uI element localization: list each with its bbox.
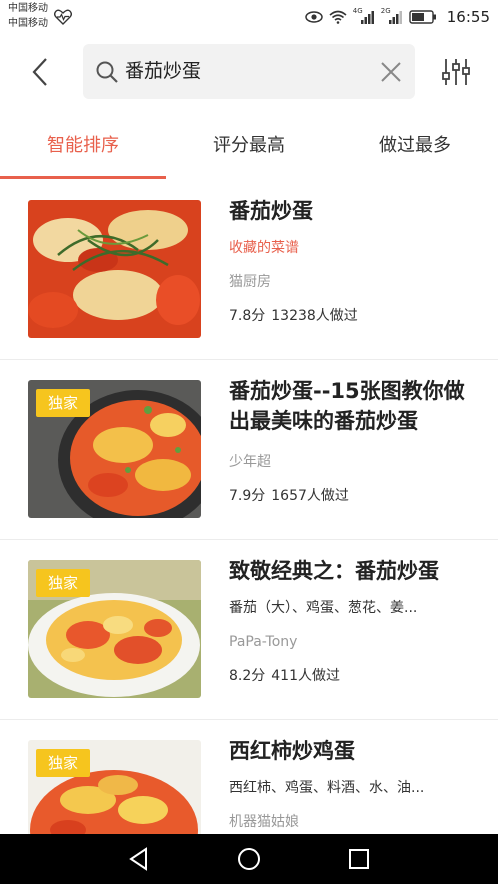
recipe-rating: 7.8分 [229, 308, 266, 324]
eye-comfort-icon [305, 11, 323, 23]
search-input[interactable]: 番茄炒蛋 [125, 59, 201, 83]
recipe-item[interactable]: 独家 番茄炒蛋--15张图教你做出最美味的番茄炒蛋 少年超 7.9分 1657人做… [0, 360, 498, 540]
recipe-item[interactable]: 独家 致敬经典之：番茄炒蛋 番茄（大）、鸡蛋、葱花、姜... PaPa-Tony… [0, 540, 498, 720]
signal-2g-icon: 2G [381, 7, 403, 25]
recipe-author: 机器猫姑娘 [229, 814, 299, 830]
recipe-thumbnail: 独家 [28, 740, 201, 834]
search-icon [96, 61, 118, 83]
exclusive-badge: 独家 [36, 389, 91, 417]
recipe-author: 少年超 [229, 454, 271, 470]
back-button[interactable] [22, 54, 58, 90]
battery-icon [409, 10, 436, 24]
active-tab-indicator [0, 176, 166, 179]
recipe-stats: 7.8分 13238人做过 [229, 306, 358, 326]
tab-most-made[interactable]: 做过最多 [332, 118, 498, 180]
recipe-made-count: 1657人做过 [271, 488, 349, 504]
carrier-label-1: 中国移动 [8, 3, 48, 14]
wifi-icon [329, 10, 347, 24]
recipe-thumbnail [28, 200, 201, 338]
recipe-thumbnail: 独家 [28, 560, 201, 698]
exclusive-badge: 独家 [36, 749, 91, 777]
recipe-item[interactable]: 番茄炒蛋 收藏的菜谱 猫厨房 7.8分 13238人做过 [0, 180, 498, 360]
collected-label: 收藏的菜谱 [229, 240, 299, 256]
health-heart-icon [54, 9, 72, 25]
tab-smart-sort[interactable]: 智能排序 [0, 118, 166, 180]
carrier-label-2: 中国移动 [8, 18, 48, 29]
recipe-ingredients: 西红柿、鸡蛋、料酒、水、油... [229, 780, 425, 796]
recipe-title: 番茄炒蛋--15张图教你做出最美味的番茄炒蛋 [229, 379, 465, 433]
recipe-author: PaPa-Tony [229, 634, 298, 650]
recipe-made-count: 13238人做过 [271, 308, 358, 324]
search-box[interactable]: 番茄炒蛋 [83, 44, 415, 99]
tab-top-rated[interactable]: 评分最高 [166, 118, 332, 180]
search-header: 番茄炒蛋 [0, 36, 498, 110]
recipe-item[interactable]: 独家 西红柿炒鸡蛋 西红柿、鸡蛋、料酒、水、油... 机器猫姑娘 [0, 720, 498, 834]
nav-recents-icon[interactable] [346, 846, 372, 872]
nav-home-icon[interactable] [236, 846, 262, 872]
chevron-left-icon [32, 58, 47, 86]
nav-back-icon[interactable] [126, 846, 152, 872]
recipe-stats: 8.2分 411人做过 [229, 666, 340, 686]
recipe-list: 番茄炒蛋 收藏的菜谱 猫厨房 7.8分 13238人做过 独家 番茄炒蛋--15张… [0, 180, 498, 834]
recipe-title: 番茄炒蛋 [229, 199, 313, 223]
recipe-title: 西红柿炒鸡蛋 [229, 739, 355, 763]
recipe-ingredients: 番茄（大）、鸡蛋、葱花、姜... [229, 600, 418, 616]
system-navigation-bar [0, 834, 498, 884]
recipe-rating: 7.9分 [229, 488, 266, 504]
recipe-author: 猫厨房 [229, 274, 271, 290]
sort-tabs: 智能排序 评分最高 做过最多 [0, 118, 498, 180]
filter-settings-icon[interactable] [440, 56, 472, 88]
recipe-title: 致敬经典之：番茄炒蛋 [229, 559, 439, 583]
recipe-thumbnail: 独家 [28, 380, 201, 518]
signal-4g-icon: 4G [353, 7, 375, 25]
status-icons: 4G 2G 16:55 [305, 6, 490, 28]
exclusive-badge: 独家 [36, 569, 91, 597]
recipe-stats: 7.9分 1657人做过 [229, 486, 349, 506]
clear-icon[interactable] [379, 60, 403, 84]
recipe-made-count: 411人做过 [271, 668, 340, 684]
recipe-rating: 8.2分 [229, 668, 266, 684]
clock: 16:55 [446, 8, 490, 26]
status-bar: 中国移动 中国移动 4G 2G 16:55 [0, 0, 498, 36]
